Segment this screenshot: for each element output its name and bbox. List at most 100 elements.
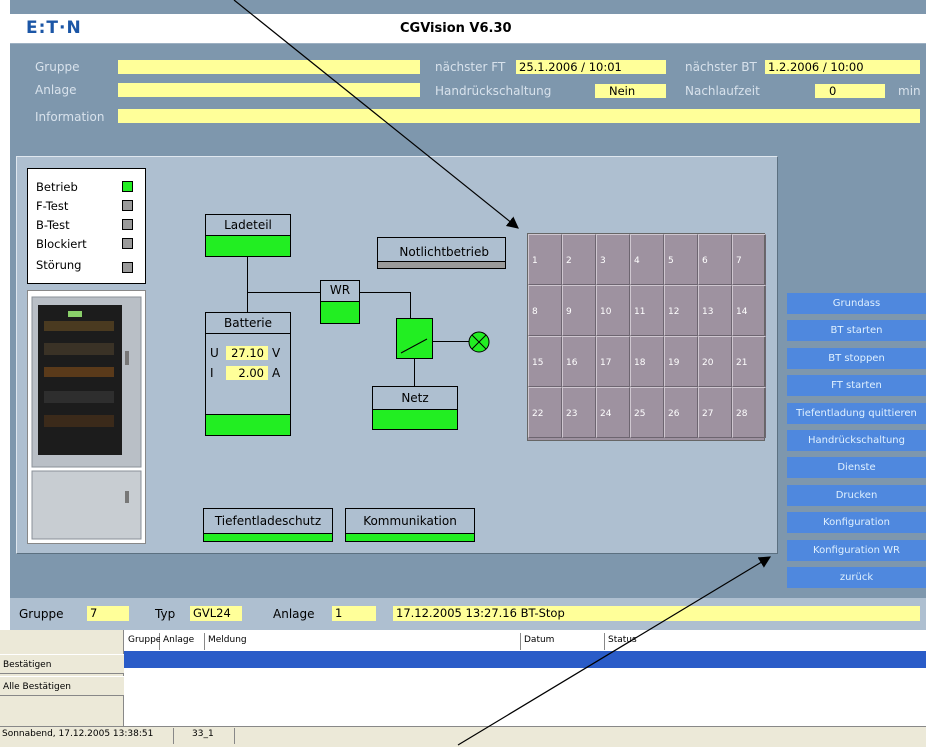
current-value: 2.00 [226, 366, 268, 380]
luminaire-cell[interactable]: 24 [596, 387, 630, 438]
luminaire-number: 1 [532, 256, 538, 266]
col-anlage[interactable]: Anlage [160, 633, 205, 650]
nachlauf-field[interactable]: 0 [815, 84, 885, 98]
kommunikation-box[interactable]: Kommunikation [345, 508, 475, 542]
luminaire-cell[interactable]: 8 [528, 285, 562, 336]
luminaire-cell[interactable]: 20 [698, 336, 732, 387]
luminaire-cell[interactable]: 6 [698, 234, 732, 285]
statusbar-code: 33_1 [192, 729, 214, 739]
luminaire-number: 24 [600, 409, 612, 419]
luminaire-cell[interactable]: 18 [630, 336, 664, 387]
zurueck-button[interactable]: zurück [787, 567, 926, 588]
luminaire-cell[interactable]: 13 [698, 285, 732, 336]
bt-starten-button[interactable]: BT starten [787, 320, 926, 342]
luminaire-number: 15 [532, 358, 544, 368]
luminaire-cell[interactable]: 27 [698, 387, 732, 438]
luminaire-cell[interactable]: 3 [596, 234, 630, 285]
ladeteil-box[interactable]: Ladeteil [205, 214, 291, 257]
luminaire-cell[interactable]: 2 [562, 234, 596, 285]
wr-box[interactable]: WR [320, 280, 360, 324]
luminaire-number: 21 [736, 358, 748, 368]
bottom-anlage-value[interactable]: 1 [332, 606, 376, 621]
message-row-selected[interactable] [124, 651, 926, 668]
status-betrieb-label: Betrieb [36, 180, 78, 194]
luminaire-cell[interactable]: 9 [562, 285, 596, 336]
dienste-button[interactable]: Dienste [787, 457, 926, 479]
app-title: CGVision V6.30 [400, 21, 512, 36]
anlage-field[interactable] [118, 83, 420, 97]
col-meldung[interactable]: Meldung [205, 633, 521, 650]
confirm-button[interactable]: Bestätigen [0, 654, 124, 674]
status-btest-led [122, 219, 133, 230]
luminaire-cell[interactable]: 25 [630, 387, 664, 438]
luminaire-cell[interactable]: 10 [596, 285, 630, 336]
wr-status [321, 301, 359, 323]
luminaire-cell[interactable]: 22 [528, 387, 562, 438]
luminaire-cell[interactable]: 17 [596, 336, 630, 387]
wr-label: WR [329, 283, 351, 297]
luminaire-cell[interactable]: 12 [664, 285, 698, 336]
nachlauf-unit: min [898, 84, 921, 98]
notlicht-box[interactable]: Notlichtbetrieb [377, 237, 506, 269]
netz-box[interactable]: Netz [372, 386, 458, 430]
luminaire-cell[interactable]: 15 [528, 336, 562, 387]
confirm-all-button[interactable]: Alle Bestätigen [0, 676, 124, 696]
handrueck-field[interactable]: Nein [595, 84, 666, 98]
col-gruppe[interactable]: Gruppe [125, 633, 161, 650]
bottom-typ-value[interactable]: GVL24 [190, 606, 242, 621]
konfiguration-button[interactable]: Konfiguration [787, 512, 926, 534]
luminaire-cell[interactable]: 5 [664, 234, 698, 285]
next-bt-field[interactable]: 1.2.2006 / 10:00 [765, 60, 920, 74]
luminaire-cell[interactable]: 7 [732, 234, 766, 285]
bottom-gruppe-value[interactable]: 7 [87, 606, 129, 621]
konfiguration-wr-button[interactable]: Konfiguration WR [787, 539, 926, 561]
luminaire-number: 14 [736, 307, 748, 317]
switch-symbol [396, 318, 433, 359]
luminaire-cell[interactable]: 11 [630, 285, 664, 336]
next-bt-label: nächster BT [685, 60, 757, 74]
luminaire-cell[interactable]: 14 [732, 285, 766, 336]
status-blockiert-label: Blockiert [36, 237, 87, 251]
luminaire-cell[interactable]: 21 [732, 336, 766, 387]
luminaire-cell[interactable]: 16 [562, 336, 596, 387]
status-box: Betrieb F-Test B-Test Blockiert Störung [27, 168, 146, 284]
luminaire-number: 6 [702, 256, 708, 266]
luminaire-cell[interactable]: 26 [664, 387, 698, 438]
luminaire-cell[interactable]: 23 [562, 387, 596, 438]
luminaire-number: 19 [668, 358, 680, 368]
ft-starten-button[interactable]: FT starten [787, 375, 926, 397]
luminaire-cell[interactable]: 19 [664, 336, 698, 387]
luminaire-number: 23 [566, 409, 578, 419]
handrueck-label: Handrückschaltung [435, 84, 552, 98]
drucken-button[interactable]: Drucken [787, 484, 926, 506]
voltage-label: U [210, 346, 219, 360]
nachlauf-label: Nachlaufzeit [685, 84, 760, 98]
bt-stoppen-button[interactable]: BT stoppen [787, 347, 926, 369]
luminaire-grid: 1 2 3 4 5 6 7 8 9 10 11 12 13 14 15 16 17 18 19 20 21 22 23 24 2… [527, 233, 766, 441]
tiefentladeschutz-label: Tiefentladeschutz [214, 514, 322, 528]
luminaire-number: 3 [600, 256, 606, 266]
luminaire-cell[interactable]: 28 [732, 387, 766, 438]
batterie-box[interactable]: Batterie U 27.10 V I 2.00 A [205, 312, 291, 436]
status-stoerung-label: Störung [36, 258, 82, 272]
grundass-button[interactable]: Grundass [787, 293, 926, 314]
netz-label: Netz [401, 391, 429, 405]
ladeteil-label: Ladeteil [224, 218, 272, 232]
tiefentladeschutz-box[interactable]: Tiefentladeschutz [203, 508, 333, 542]
col-datum[interactable]: Datum [521, 633, 605, 650]
col-status[interactable]: Status [605, 633, 926, 650]
luminaire-cell[interactable]: 4 [630, 234, 664, 285]
tiefentladeschutz-status [204, 533, 332, 541]
luminaire-number: 26 [668, 409, 680, 419]
next-ft-field[interactable]: 25.1.2006 / 10:01 [516, 60, 666, 74]
luminaire-cell[interactable]: 1 [528, 234, 562, 285]
line-switch-vertical [410, 292, 411, 318]
luminaire-number: 7 [736, 256, 742, 266]
luminaire-number: 28 [736, 409, 748, 419]
netz-status [373, 409, 457, 429]
handrueckschaltung-button[interactable]: Handrückschaltung [787, 430, 926, 451]
information-field[interactable] [118, 109, 920, 123]
tiefentladung-quittieren-button[interactable]: Tiefentladung quittieren [787, 402, 926, 424]
gruppe-field[interactable] [118, 60, 420, 74]
notlicht-status [378, 261, 505, 268]
